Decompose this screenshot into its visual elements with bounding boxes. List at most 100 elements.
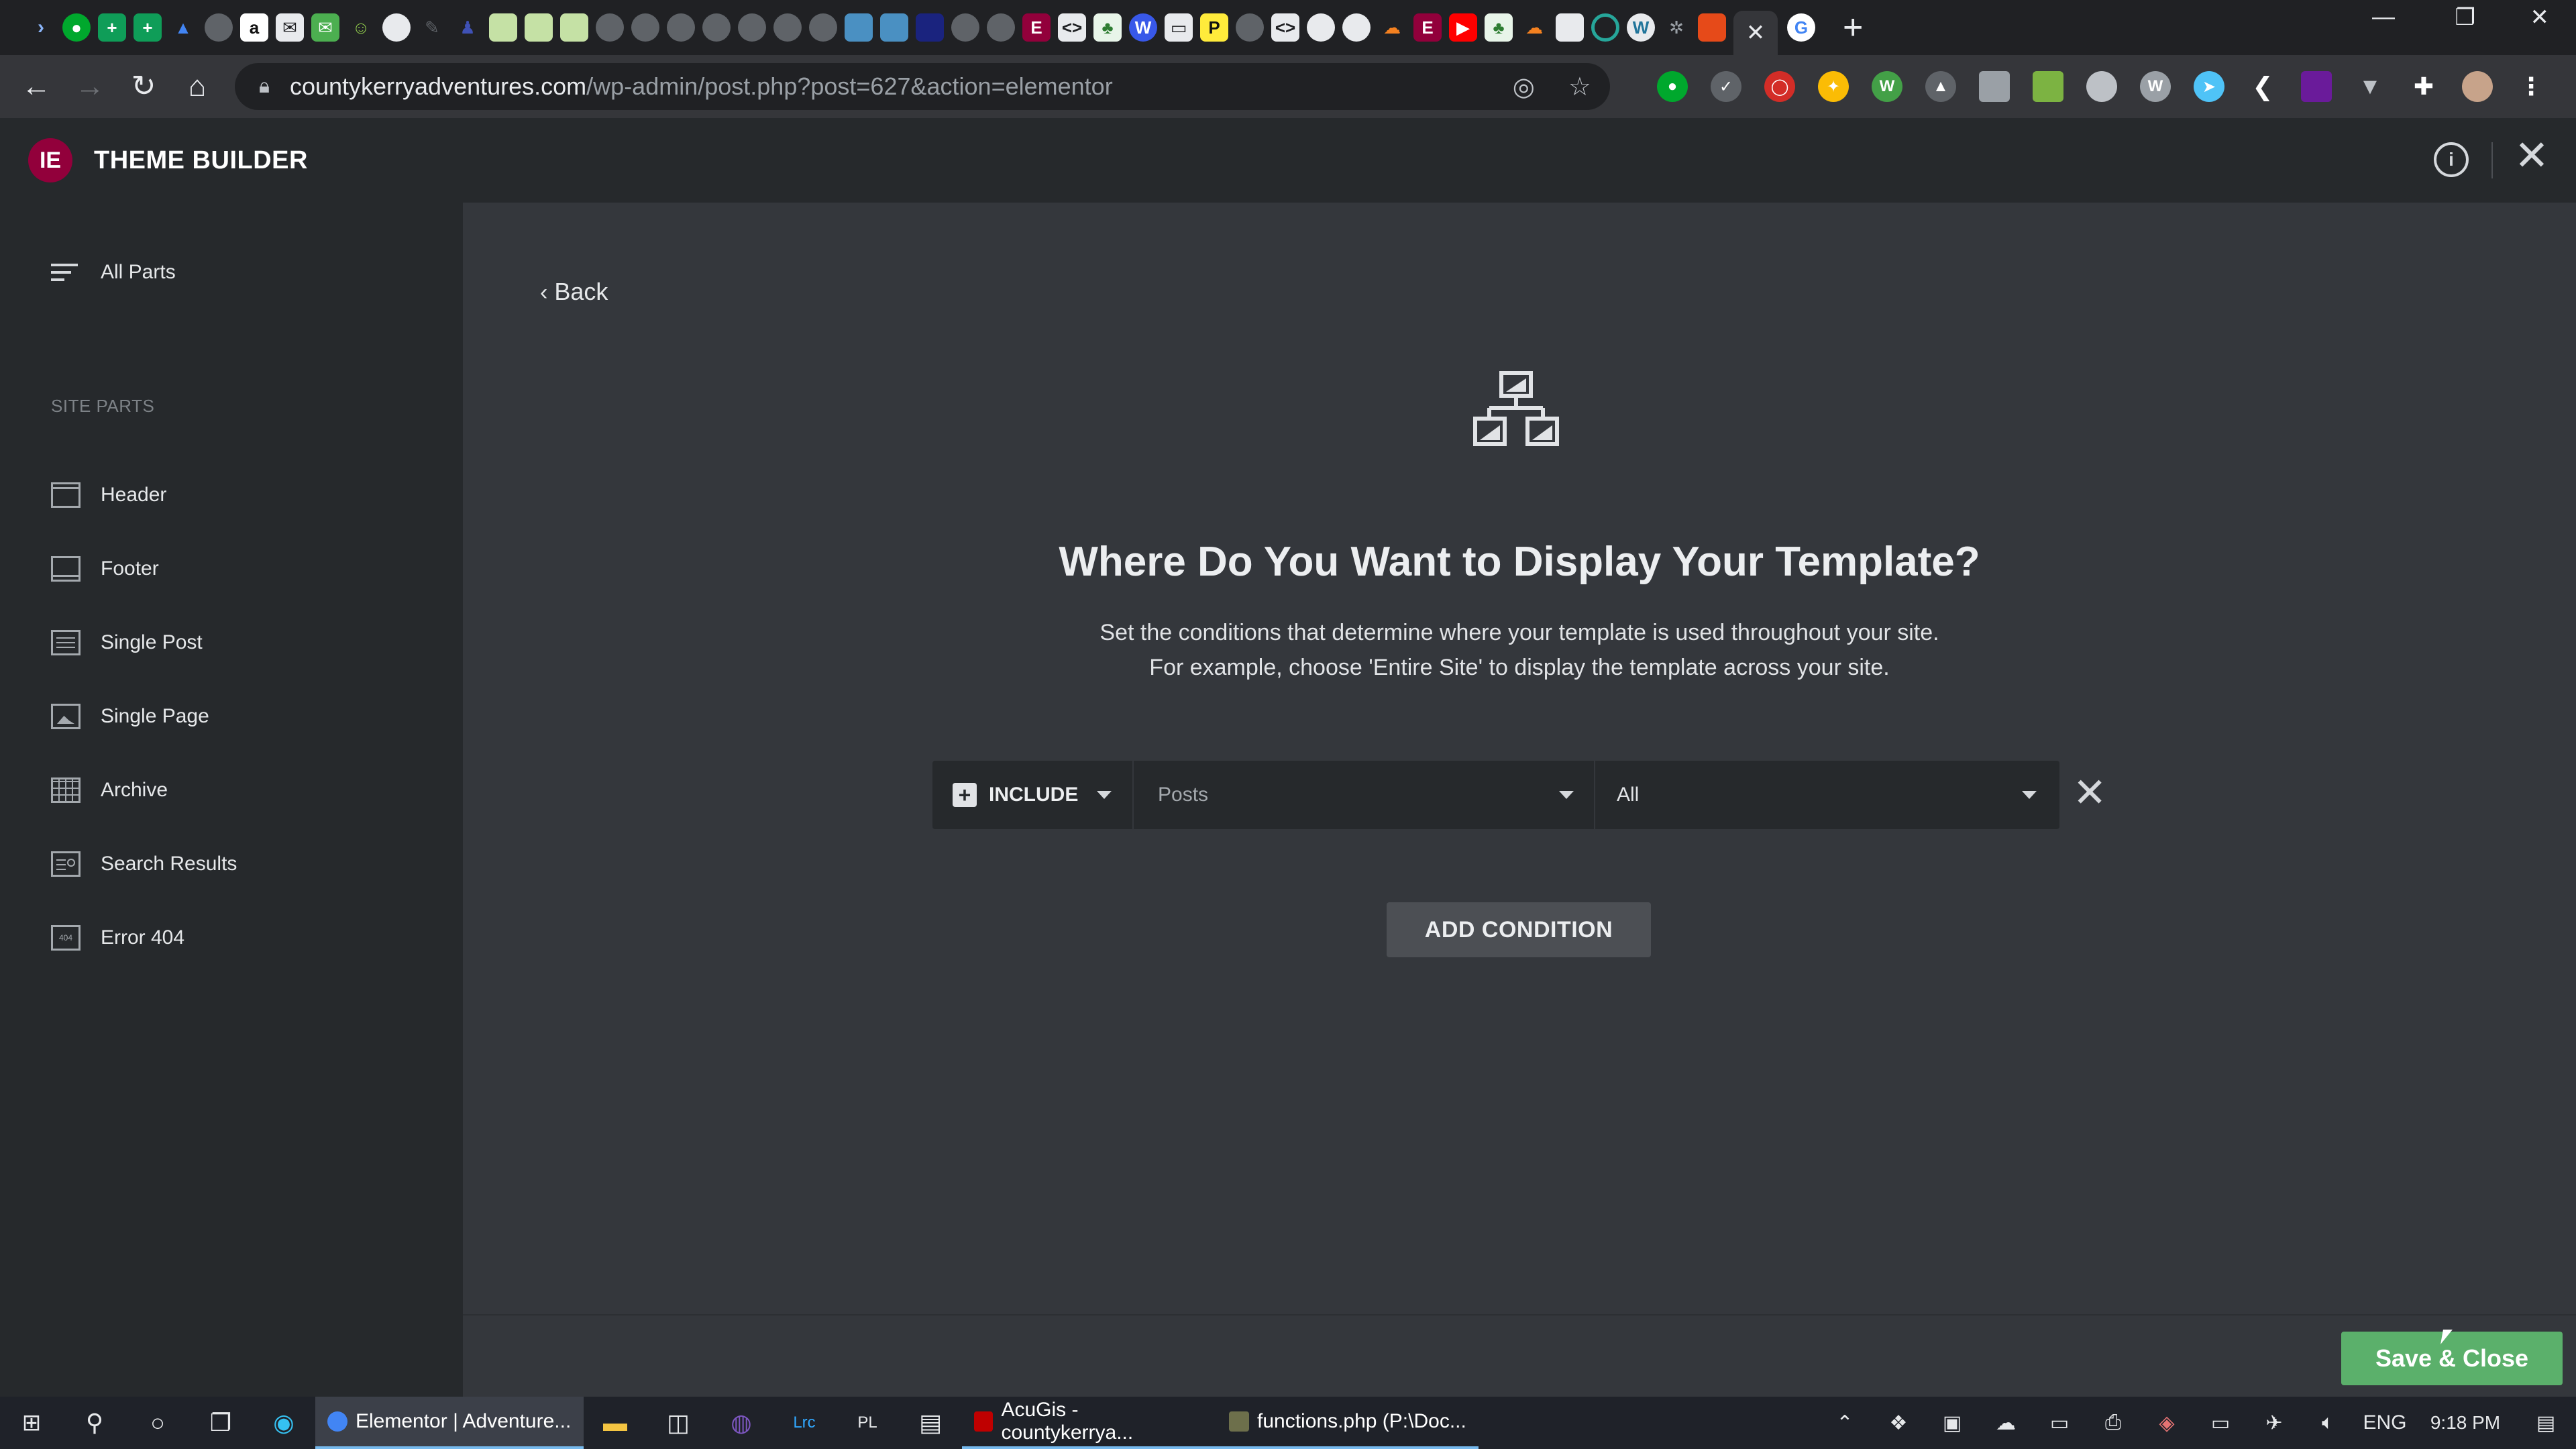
file-explorer-icon[interactable]: ▬ [584,1397,647,1449]
restore-icon[interactable]: ❐ [2455,4,2475,31]
battery-icon[interactable]: ▭ [2194,1411,2247,1435]
chevron-up-icon[interactable]: ⌃ [1818,1411,1872,1435]
photo-app-icon[interactable]: ◫ [647,1397,710,1449]
tab-sheets-icon[interactable]: + [133,13,162,42]
tab-feather-icon[interactable]: ✎ [418,13,446,42]
minimize-icon[interactable]: — [2372,4,2395,30]
home-icon[interactable]: ⌂ [170,72,224,101]
tab-people-icon[interactable]: ♟ [453,13,482,42]
tab-globe-icon[interactable] [951,13,979,42]
sidebar-item-search-results[interactable]: Search Results [51,844,237,884]
tab-code-icon[interactable]: <> [1058,13,1086,42]
edge-icon[interactable]: ◉ [252,1397,315,1449]
notifications-icon[interactable]: ▤ [2516,1411,2576,1435]
new-tab-button[interactable]: + [1843,10,1863,45]
lock-icon[interactable]: 🔒︎ [259,75,270,98]
tab-pie-icon[interactable] [1342,13,1371,42]
forward-arrow-icon[interactable]: → [63,72,117,101]
evernote-extension-icon[interactable]: ● [1657,71,1688,102]
tab-globe-icon[interactable] [809,13,837,42]
tab-smile-icon[interactable]: ☺ [347,13,375,42]
window-close-icon[interactable]: ✕ [2530,4,2550,31]
remove-condition-icon[interactable]: ✕ [2073,773,2106,813]
tab-globe-icon[interactable] [205,13,233,42]
tab-globe-icon[interactable] [631,13,659,42]
vue-extension-icon[interactable]: ▼ [2355,71,2385,102]
tab-amazon-icon[interactable]: a [240,13,268,42]
tab-globe-icon[interactable] [382,13,411,42]
tab-cloud-icon[interactable]: ☁ [1520,13,1548,42]
tab-map-icon[interactable] [489,13,517,42]
lightroom-icon[interactable]: Lrc [773,1397,836,1449]
condition-scope-select[interactable]: All [1595,761,2058,829]
pocket-extension-icon[interactable]: ✓ [1711,71,1741,102]
tab-globe-icon[interactable] [702,13,731,42]
search-icon[interactable]: ⚲ [63,1397,126,1449]
wordpress-extension-icon[interactable]: W [1872,71,1902,102]
tab-globe-icon[interactable] [596,13,624,42]
menu-kebab-icon[interactable]: ⋮ [2516,71,2546,102]
volume-icon[interactable]: 🔈︎ [2301,1411,2355,1434]
chevron-left-icon[interactable]: ❮ [2247,71,2278,102]
tab-mail-icon[interactable]: ✉ [276,13,304,42]
tab-dark-icon[interactable] [916,13,944,42]
tab-wordpress-icon[interactable]: W [1627,13,1655,42]
tab-cloud-icon[interactable]: ☁ [1378,13,1406,42]
tab-elementor-icon[interactable]: E [1413,13,1442,42]
tab-page-icon[interactable] [1556,13,1584,42]
clock[interactable]: 9:18 PM [2415,1412,2516,1434]
add-condition-button[interactable]: ADD CONDITION [1387,902,1651,957]
tab-map-icon[interactable] [560,13,588,42]
profile-avatar[interactable] [2462,71,2493,102]
airplane-icon[interactable]: ✈ [2247,1411,2301,1435]
tab-spinner-icon[interactable]: ✲ [1662,13,1690,42]
back-arrow-icon[interactable]: ← [9,72,63,101]
taskbar-app-filezilla[interactable]: AcuGis - countykerrya... [962,1397,1217,1449]
sidebar-item-archive[interactable]: Archive [51,770,168,810]
tab-gmail-icon[interactable]: ✉ [311,13,339,42]
sidebar-item-header[interactable]: Header [51,475,166,515]
close-icon[interactable]: ✕ [2514,136,2549,177]
globe-app-icon[interactable]: ◍ [710,1397,773,1449]
dropbox-icon[interactable]: ❖ [1872,1411,1925,1435]
tab-evernote-icon[interactable]: ● [62,13,91,42]
compass-extension-icon[interactable]: ✦ [1818,71,1849,102]
active-tab[interactable]: ✕ [1733,11,1778,55]
tab-monitor-icon[interactable]: ▭ [1165,13,1193,42]
security-icon[interactable]: ◈ [2140,1411,2194,1435]
wp-extension-icon[interactable]: W [2140,71,2171,102]
map-extension-icon[interactable] [2033,71,2063,102]
tab-globe-icon[interactable] [667,13,695,42]
phpstorm-icon[interactable]: PL [836,1397,899,1449]
reload-icon[interactable]: ↻ [117,72,170,101]
cortana-icon[interactable]: ○ [126,1397,189,1449]
eye-off-icon[interactable]: ◎ [1513,72,1535,102]
display-icon[interactable]: ▭ [2033,1411,2086,1435]
task-view-icon[interactable]: ❐ [189,1397,252,1449]
include-exclude-select[interactable]: + INCLUDE [932,761,1134,829]
tab-wordpress-icon[interactable]: W [1129,13,1157,42]
tab-elementor-icon[interactable]: E [1022,13,1051,42]
sidebar-item-footer[interactable]: Footer [51,549,159,589]
tab-image-icon[interactable] [845,13,873,42]
tab-ring-icon[interactable] [1591,13,1619,42]
star-icon[interactable]: ☆ [1568,72,1591,102]
color-extension-icon[interactable] [2301,71,2332,102]
circle-extension-icon[interactable] [2086,71,2117,102]
tab-google-icon[interactable]: G [1787,13,1815,42]
taskbar-app-editor[interactable]: functions.php (P:\Doc... [1217,1397,1479,1449]
tab-tree-icon[interactable]: ♣ [1485,13,1513,42]
tab-globe-icon[interactable] [1236,13,1264,42]
tab-drive-icon[interactable]: ▲ [169,13,197,42]
tab-map-icon[interactable] [525,13,553,42]
tab-pie-icon[interactable] [1307,13,1335,42]
sidebar-item-all-parts[interactable]: All Parts [51,252,176,292]
address-bar[interactable]: 🔒︎ countykerryadventures.com/wp-admin/po… [235,63,1610,110]
puzzle-extensions-icon[interactable]: ✚ [2408,71,2439,102]
tab-globe-icon[interactable] [773,13,802,42]
sidebar-item-single-page[interactable]: Single Page [51,696,209,737]
tab-globe-icon[interactable] [987,13,1015,42]
network-app-icon[interactable]: ▤ [899,1397,962,1449]
tab-tree-icon[interactable]: ♣ [1093,13,1122,42]
onedrive-icon[interactable]: ☁ [1979,1411,2033,1435]
